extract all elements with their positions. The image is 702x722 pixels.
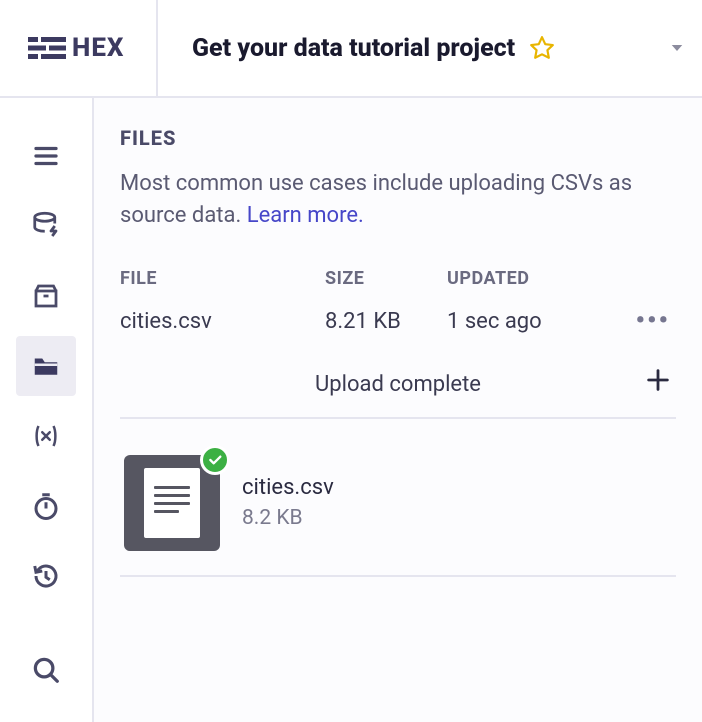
history-icon [31,561,61,591]
sidebar-environment-button[interactable] [16,266,76,326]
topbar: HEX Get your data tutorial project [0,0,702,98]
learn-more-link[interactable]: Learn more. [247,203,364,228]
sidebar [0,98,94,722]
file-more-button[interactable]: ••• [636,316,670,326]
sidebar-search-button[interactable] [16,640,76,700]
variable-icon [31,421,61,451]
files-table-header: FILE SIZE UPDATED [120,268,676,289]
files-description: Most common use cases include uploading … [120,168,676,232]
upload-status-row: Upload complete [120,364,676,419]
col-header-size: SIZE [325,268,447,289]
sidebar-variables-button[interactable] [16,406,76,466]
files-panel: FILES Most common use cases include uplo… [94,98,702,722]
document-icon [144,468,200,538]
upload-status-text: Upload complete [315,372,481,397]
project-title[interactable]: Get your data tutorial project [192,34,515,63]
file-thumbnail [124,455,220,551]
package-icon [31,281,61,311]
add-file-button[interactable] [644,366,672,394]
sidebar-schedule-button[interactable] [16,476,76,536]
file-name: cities.csv [120,309,325,334]
sidebar-files-button[interactable] [16,336,76,396]
file-row[interactable]: cities.csv 8.21 KB 1 sec ago ••• [120,309,676,334]
database-lightning-icon [31,211,61,241]
folder-icon [31,351,61,381]
search-icon [31,655,61,685]
chevron-down-icon [668,39,686,57]
sidebar-data-sources-button[interactable] [16,196,76,256]
sidebar-history-button[interactable] [16,546,76,606]
logo-cell: HEX [0,0,158,96]
files-description-text: Most common use cases include uploading … [120,171,632,228]
file-updated: 1 sec ago [447,309,615,334]
uploaded-file-card[interactable]: cities.csv 8.2 KB [120,437,676,577]
file-size: 8.21 KB [325,309,447,334]
check-icon [207,452,223,468]
hex-logo-text: HEX [72,33,124,63]
sidebar-outline-button[interactable] [16,126,76,186]
uploaded-file-meta: cities.csv 8.2 KB [242,475,334,530]
uploaded-file-size: 8.2 KB [242,506,334,530]
upload-success-badge [200,445,230,475]
outline-icon [31,141,61,171]
col-header-file: FILE [120,268,325,289]
hex-logo[interactable]: HEX [28,33,124,63]
files-heading: FILES [120,126,676,150]
uploaded-file-name: cities.csv [242,475,334,500]
star-icon[interactable] [529,35,555,61]
plus-icon [644,366,672,394]
hex-logo-icon [28,34,66,62]
project-menu-button[interactable] [652,39,702,57]
stopwatch-icon [31,491,61,521]
col-header-updated: UPDATED [447,268,615,289]
title-cell: Get your data tutorial project [158,34,652,63]
